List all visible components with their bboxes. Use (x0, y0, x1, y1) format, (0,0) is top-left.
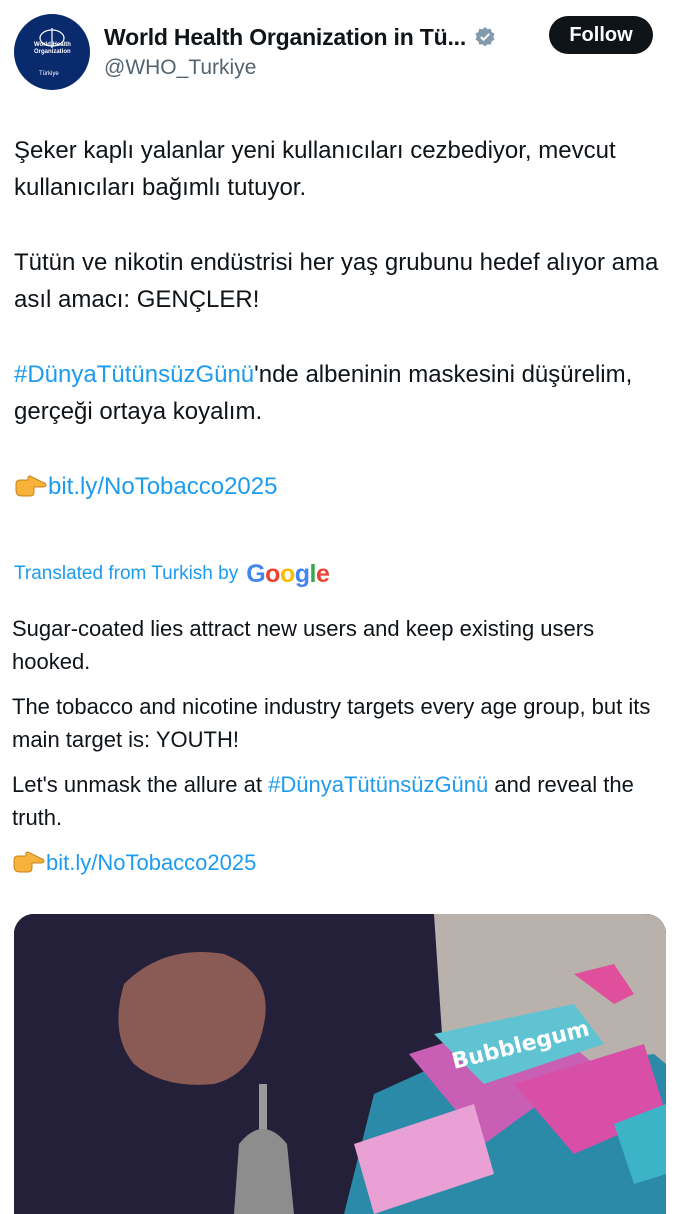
hashtag-link[interactable]: #DünyaTütünsüzGünü (268, 772, 488, 797)
translation-attribution[interactable]: Translated from Turkish by Google (14, 558, 330, 590)
display-name[interactable]: World Health Organization in Tü... (104, 24, 466, 51)
tweet-paragraph: Tütün ve nikotin endüstrisi her yaş grub… (14, 249, 659, 313)
translated-paragraph: Sugar-coated lies attract new users and … (12, 616, 595, 674)
tweet-text: Şeker kaplı yalanlar yeni kullanıcıları … (14, 132, 664, 543)
verified-badge-icon (475, 27, 495, 47)
avatar[interactable]: World Health Organization Türkiye (14, 14, 90, 90)
media-image[interactable]: Bubblegum (14, 914, 666, 1214)
translated-text: Sugar-coated lies attract new users and … (12, 612, 662, 891)
pointing-hand-icon (15, 475, 47, 497)
pointing-hand-icon (13, 851, 45, 873)
name-row: World Health Organization in Tü... (104, 22, 496, 52)
shortened-link[interactable]: bit.ly/NoTobacco2025 (48, 473, 277, 500)
tweet-paragraph: Şeker kaplı yalanlar yeni kullanıcıları … (14, 137, 616, 201)
user-handle[interactable]: @WHO_Turkiye (104, 56, 256, 80)
translated-paragraph: Let's unmask the allure at #DünyaTütünsü… (12, 768, 662, 834)
tweet-paragraph: #DünyaTütünsüzGünü'nde albeninin maskesi… (14, 356, 664, 430)
translated-label: Translated from Turkish by (14, 563, 239, 584)
tweet-link-paragraph: bit.ly/NoTobacco2025 (14, 468, 664, 505)
translated-text-part: Let's unmask the allure at (12, 772, 269, 797)
translated-link-paragraph: bit.ly/NoTobacco2025 (12, 846, 662, 879)
shortened-link[interactable]: bit.ly/NoTobacco2025 (46, 850, 256, 875)
google-logo: Google (246, 559, 330, 588)
avatar-logo-text: World Health Organization (34, 42, 71, 55)
media-illustration: Bubblegum (14, 914, 666, 1214)
translated-paragraph: The tobacco and nicotine industry target… (12, 694, 651, 752)
avatar-country-text: Türkiye (39, 71, 59, 77)
hashtag-link[interactable]: #DünyaTütünsüzGünü (14, 361, 254, 388)
tweet-header: World Health Organization Türkiye World … (0, 0, 680, 100)
follow-button[interactable]: Follow (549, 16, 653, 54)
